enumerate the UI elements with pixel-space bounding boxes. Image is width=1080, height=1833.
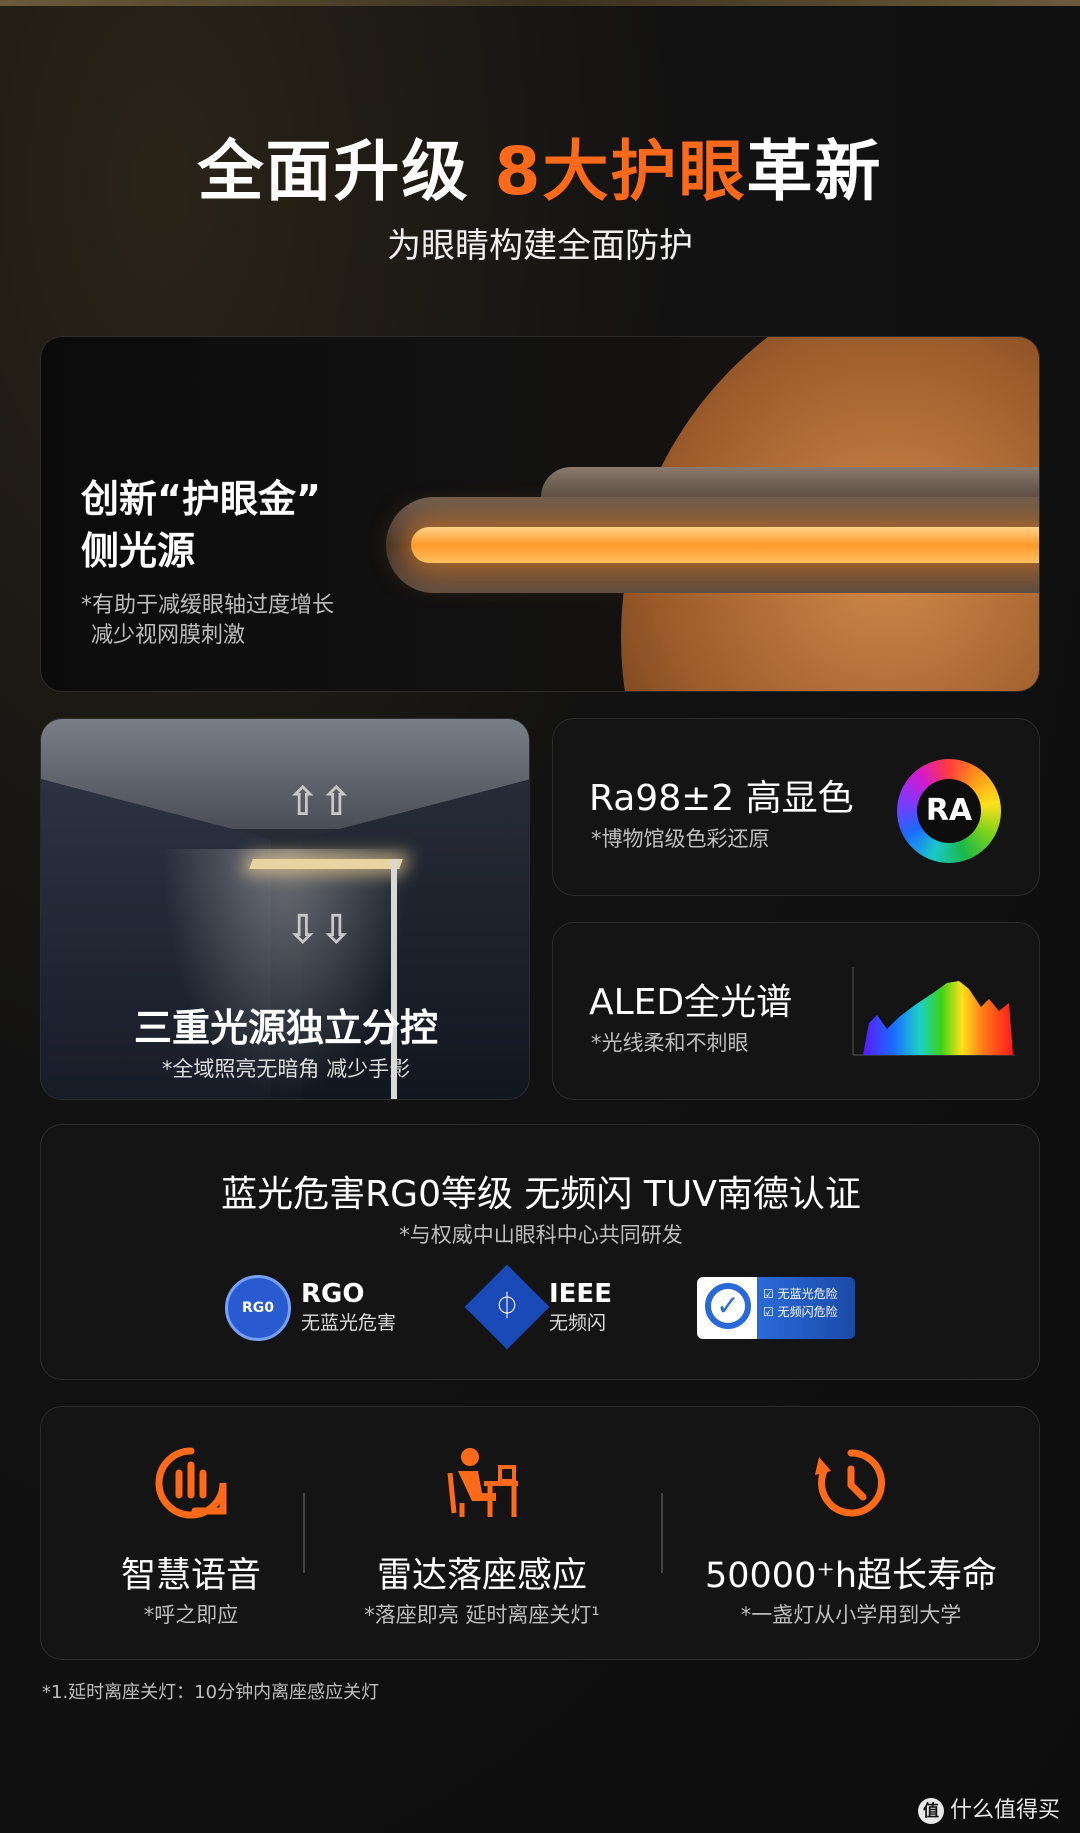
up-arrows-icon: ⇧⇧	[286, 779, 354, 825]
tuv-cert: ✓ ☑ 无蓝光危险 ☑ 无频闪危险	[697, 1273, 857, 1349]
feature-voice-title: 智慧语音	[120, 1556, 261, 1596]
footnote: *1.延时离座关灯：10分钟内离座感应关灯	[42, 1682, 380, 1703]
lamp-head	[249, 859, 403, 869]
rgo-sublabel: 无蓝光危害	[301, 1312, 397, 1334]
aled-card: ALED全光谱 *光线柔和不刺眼	[552, 922, 1040, 1100]
side-light-title: 创新“护眼金” 侧光源	[81, 473, 321, 577]
certification-note: *与权威中山眼科中心共同研发	[399, 1223, 683, 1247]
side-light-note: *有助于减缓眼轴过度增长 减少视网膜刺激	[81, 591, 334, 651]
aled-title: ALED全光谱	[589, 982, 793, 1023]
title-highlight: 8大护眼	[494, 133, 747, 210]
ra-note: *博物馆级色彩还原	[591, 827, 770, 851]
side-light-card: 创新“护眼金” 侧光源 *有助于减缓眼轴过度增长 减少视网膜刺激	[40, 336, 1040, 692]
top-strip	[0, 0, 1080, 6]
tuv-check-icon: ✓	[705, 1283, 751, 1329]
rgo-label: RGO	[301, 1279, 365, 1309]
ieee-symbol-icon: ⏀	[493, 1292, 520, 1322]
triple-light-card: ⇧⇧ ⇩⇩ 三重光源独立分控 *全域照亮无暗角 减少手影	[40, 718, 530, 1100]
triple-light-note: *全域照亮无暗角 减少手影	[161, 1057, 411, 1081]
radar-seat-icon	[442, 1443, 522, 1523]
down-arrows-icon: ⇩⇩	[286, 907, 354, 953]
feature-radar-title: 雷达落座感应	[376, 1556, 587, 1596]
feature-lifetime-note: *一盏灯从小学用到大学	[740, 1603, 962, 1627]
lamp-bar-glow	[411, 527, 1039, 563]
ieee-sublabel: 无频闪	[549, 1312, 607, 1334]
rgo-badge-icon: RG0	[225, 1275, 291, 1341]
feature-radar: 雷达落座感应 *落座即亮 延时离座关灯¹	[303, 1407, 661, 1659]
ra-badge-text: RA	[917, 779, 981, 843]
tuv-lines: ☑ 无蓝光危险 ☑ 无频闪危险	[763, 1285, 838, 1321]
rgo-cert-text: RGO 无蓝光危害	[301, 1279, 396, 1337]
feature-voice: 智慧语音 *呼之即应	[41, 1407, 341, 1659]
features-card: 智慧语音 *呼之即应 雷达落座感应 *落座即亮 延时离座关灯¹ 50000⁺h超…	[40, 1406, 1040, 1660]
tuv-line2: ☑ 无频闪危险	[763, 1305, 838, 1319]
side-light-title-line2: 侧光源	[81, 529, 196, 573]
feature-voice-note: *呼之即应	[143, 1603, 239, 1627]
ieee-cert: ⏀ IEEE 无频闪	[464, 1264, 633, 1350]
watermark-text: 什么值得买	[949, 1798, 1060, 1823]
side-light-note-line2: 减少视网膜刺激	[91, 623, 246, 648]
side-light-note-line1: *有助于减缓眼轴过度增长	[81, 593, 335, 618]
side-light-title-line1: 创新“护眼金”	[81, 477, 321, 521]
tuv-line1: ☑ 无蓝光危险	[763, 1287, 838, 1301]
rgo-cert: RG0 RGO 无蓝光危害	[225, 1273, 405, 1349]
ra-card: Ra98±2 高显色 *博物馆级色彩还原 RA	[552, 718, 1040, 896]
timer-icon	[811, 1443, 891, 1523]
feature-lifetime-title: 50000⁺h超长寿命	[705, 1556, 997, 1596]
feature-lifetime: 50000⁺h超长寿命 *一盏灯从小学用到大学	[661, 1407, 1039, 1659]
feature-radar-note: *落座即亮 延时离座关灯¹	[364, 1603, 600, 1627]
aled-note: *光线柔和不刺眼	[591, 1031, 749, 1055]
ieee-label: IEEE	[549, 1279, 612, 1309]
watermark: 值什么值得买	[917, 1792, 1060, 1824]
page-subtitle: 为眼睛构建全面防护	[387, 226, 693, 266]
certification-card: 蓝光危害RG0等级 无频闪 TUV南德认证 *与权威中山眼科中心共同研发 RG0…	[40, 1124, 1040, 1380]
ieee-cert-text: IEEE 无频闪	[549, 1279, 612, 1337]
title-suffix: 革新	[746, 133, 883, 210]
title-prefix: 全面升级	[197, 133, 470, 210]
watermark-logo-icon: 值	[917, 1798, 944, 1824]
certification-title: 蓝光危害RG0等级 无频闪 TUV南德认证	[221, 1174, 861, 1215]
tuv-badge: ✓ ☑ 无蓝光危险 ☑ 无频闪危险	[697, 1277, 855, 1339]
page-title: 全面升级 8大护眼革新	[0, 118, 1080, 214]
ra-color-ring-icon: RA	[897, 759, 1001, 863]
spectrum-chart-icon	[852, 967, 1015, 1056]
ra-title: Ra98±2 高显色	[589, 778, 854, 819]
triple-light-title: 三重光源独立分控	[133, 1006, 438, 1050]
voice-icon	[151, 1443, 231, 1523]
